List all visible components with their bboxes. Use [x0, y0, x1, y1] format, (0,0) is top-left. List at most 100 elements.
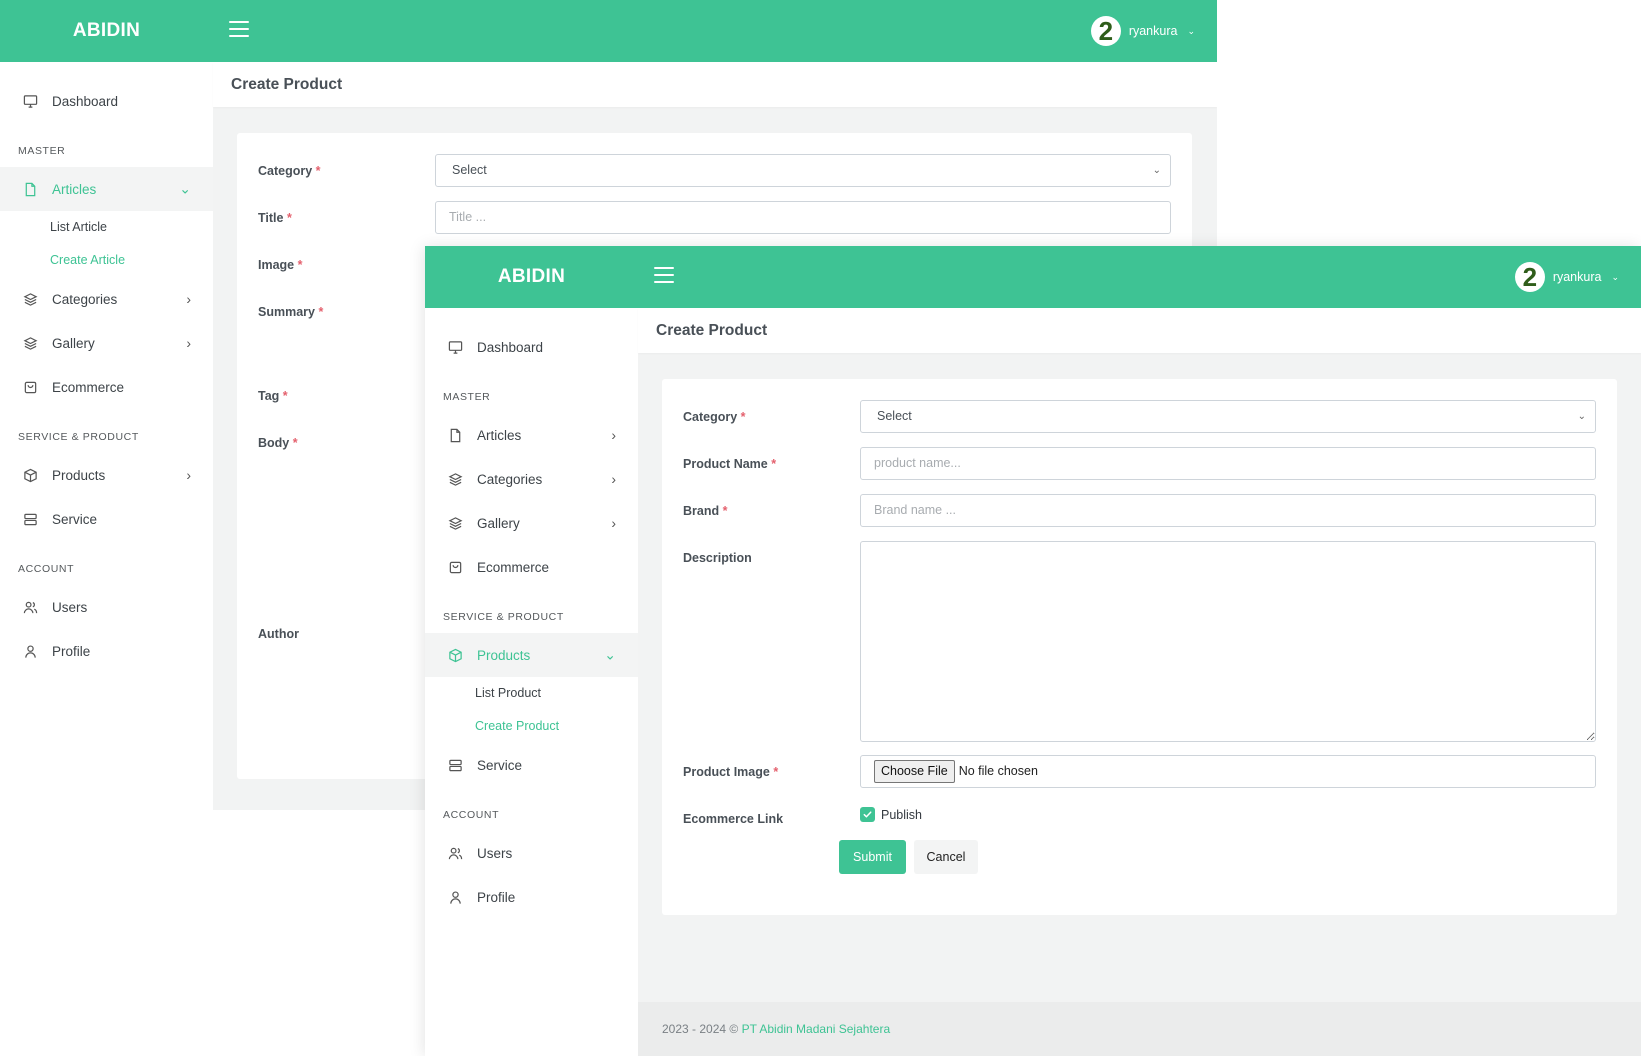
required-mark: *: [773, 765, 779, 779]
summary-label: Summary: [258, 305, 315, 319]
chevron-down-icon: ⌄: [1152, 165, 1161, 176]
publish-checkbox[interactable]: [860, 807, 875, 823]
sidebar-item-profile[interactable]: Profile: [425, 875, 638, 919]
sidebar-item-label: Dashboard: [52, 93, 119, 109]
title-input[interactable]: Title ...: [435, 201, 1171, 234]
category-select-value: Select: [452, 163, 487, 177]
sidebar-item-categories[interactable]: Categories ›: [0, 277, 213, 321]
menu-icon[interactable]: [229, 21, 249, 38]
sidebar-item-products[interactable]: Products ›: [0, 453, 213, 497]
topbar: ABIDIN 2 ryankura ⌄: [0, 0, 1217, 62]
sidebar-item-label: Products: [477, 647, 531, 663]
required-mark: *: [740, 410, 746, 424]
sidebar-item-label: Dashboard: [477, 339, 544, 355]
choose-file-button[interactable]: Choose File: [874, 760, 955, 783]
sidebar-item-profile[interactable]: Profile: [0, 629, 213, 673]
category-select[interactable]: Select ⌄: [435, 154, 1171, 187]
tag-label: Tag: [258, 389, 280, 403]
section-label-service-product: SERVICE & PRODUCT: [18, 431, 139, 443]
chevron-down-icon: ⌄: [1187, 25, 1195, 36]
sidebar-item-label: Products: [52, 467, 106, 483]
user-icon: [447, 889, 463, 905]
sidebar-item-gallery[interactable]: Gallery ›: [425, 501, 638, 545]
category-select-value: Select: [877, 409, 912, 423]
sidebar-item-categories[interactable]: Categories ›: [425, 457, 638, 501]
product-name-label: Product Name: [683, 457, 768, 471]
submit-button[interactable]: Submit: [839, 840, 906, 874]
product-image-file-input[interactable]: Choose File No file chosen: [860, 755, 1596, 788]
sidebar-item-label: Gallery: [477, 515, 520, 531]
publish-checkbox-group: Publish: [860, 806, 922, 824]
cancel-button[interactable]: Cancel: [914, 840, 978, 874]
sidebar: Dashboard MASTER Articles › Categories ›…: [425, 308, 638, 1056]
ecommerce-link-label: Ecommerce Link: [683, 812, 784, 826]
server-icon: [447, 757, 463, 773]
footer-company-link[interactable]: PT Abidin Madani Sejahtera: [742, 1022, 891, 1036]
required-mark: *: [318, 305, 324, 319]
sidebar-item-service[interactable]: Service: [425, 743, 638, 787]
page-title: Create Product: [638, 308, 1641, 353]
category-label: Category: [258, 164, 313, 178]
user-menu[interactable]: 2 ryankura ⌄: [1514, 261, 1619, 293]
sidebar-item-users[interactable]: Users: [0, 585, 213, 629]
sidebar-item-label: Profile: [477, 889, 516, 905]
check-icon: [863, 811, 872, 818]
title-label: Title: [258, 211, 284, 225]
sidebar-item-label: Service: [52, 511, 98, 527]
sidebar-subitem-create-product[interactable]: Create Product: [425, 710, 638, 743]
sidebar-item-articles[interactable]: Articles ⌄: [0, 167, 213, 211]
sidebar-item-label: Categories: [52, 291, 118, 307]
chevron-down-icon: ⌄: [604, 646, 616, 663]
front-window: ABIDIN 2 ryankura ⌄ Dashboard MASTER Art…: [425, 246, 1641, 1056]
user-menu[interactable]: 2 ryankura ⌄: [1090, 15, 1195, 47]
sidebar-item-articles[interactable]: Articles ›: [425, 413, 638, 457]
chevron-right-icon: ›: [186, 335, 191, 351]
description-label: Description: [683, 551, 752, 565]
users-icon: [22, 599, 38, 615]
sidebar-item-label: Profile: [52, 643, 91, 659]
sidebar-item-label: Ecommerce: [477, 559, 550, 575]
sidebar: Dashboard MASTER Articles ⌄ List Article…: [0, 62, 213, 810]
brand-logo[interactable]: ABIDIN: [425, 246, 638, 308]
sidebar-item-label: Articles: [52, 181, 97, 197]
required-mark: *: [771, 457, 777, 471]
chevron-right-icon: ›: [186, 291, 191, 307]
category-select[interactable]: Select ⌄: [860, 400, 1596, 433]
sidebar-item-ecommerce[interactable]: Ecommerce: [0, 365, 213, 409]
section-label-service-product: SERVICE & PRODUCT: [443, 611, 564, 623]
sidebar-item-service[interactable]: Service: [0, 497, 213, 541]
file-icon: [22, 181, 38, 197]
no-file-text: No file chosen: [958, 764, 1038, 778]
sidebar-item-dashboard[interactable]: Dashboard: [0, 79, 213, 123]
sidebar-item-products[interactable]: Products ⌄: [425, 633, 638, 677]
sidebar-item-gallery[interactable]: Gallery ›: [0, 321, 213, 365]
sidebar-item-label: Categories: [477, 471, 543, 487]
box-icon: [447, 647, 463, 663]
product-name-input[interactable]: product name...: [860, 447, 1596, 480]
sidebar-item-dashboard[interactable]: Dashboard: [425, 325, 638, 369]
sidebar-item-ecommerce[interactable]: Ecommerce: [425, 545, 638, 589]
sidebar-subitem-list-product[interactable]: List Product: [425, 677, 638, 710]
topbar: ABIDIN 2 ryankura ⌄: [425, 246, 1641, 308]
publish-label: Publish: [881, 807, 922, 822]
section-label-master: MASTER: [18, 145, 66, 157]
required-mark: *: [282, 389, 288, 403]
required-mark: *: [292, 436, 298, 450]
sidebar-subitem-list-article[interactable]: List Article: [0, 211, 213, 244]
product-image-label: Product Image: [683, 765, 770, 779]
brand-logo[interactable]: ABIDIN: [0, 0, 213, 62]
brand-input[interactable]: Brand name ...: [860, 494, 1596, 527]
sidebar-item-users[interactable]: Users: [425, 831, 638, 875]
required-mark: *: [722, 504, 728, 518]
body-label: Body: [258, 436, 290, 450]
required-mark: *: [286, 211, 292, 225]
shopping-bag-icon: [22, 379, 38, 395]
sidebar-item-label: Users: [52, 599, 88, 615]
sidebar-subitem-create-article[interactable]: Create Article: [0, 244, 213, 277]
menu-icon[interactable]: [654, 267, 674, 284]
description-textarea[interactable]: [860, 541, 1596, 742]
footer: 2023 - 2024 © PT Abidin Madani Sejahtera: [638, 1002, 1641, 1056]
sidebar-item-label: Articles: [477, 427, 522, 443]
sidebar-item-label: Service: [477, 757, 523, 773]
chevron-down-icon: ⌄: [179, 180, 191, 197]
